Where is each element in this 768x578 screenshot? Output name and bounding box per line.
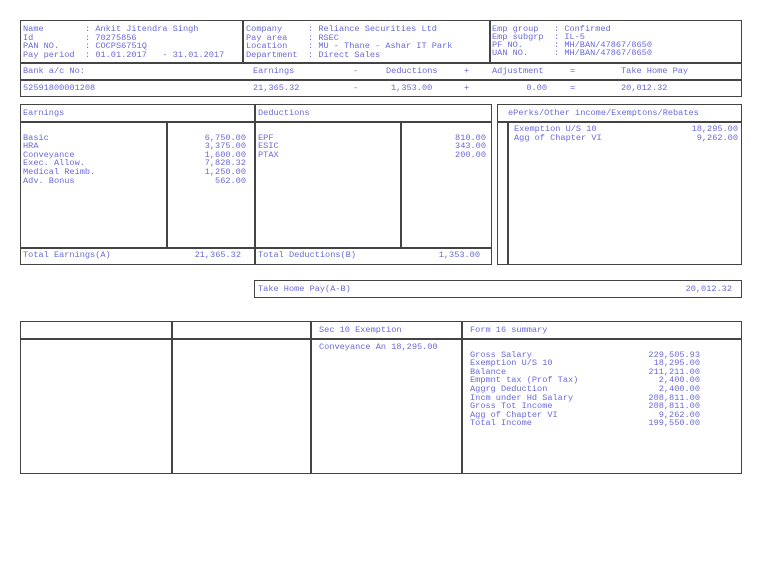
divider xyxy=(20,247,492,249)
group-values: : Confirmed: IL-5: MH/BAN/47867/8650: MH… xyxy=(554,24,652,58)
sec10-title: Sec 10 Exemption xyxy=(319,325,402,335)
total-earnings-value: 21,365.32 xyxy=(194,250,241,260)
takehome-value: 20,012.32 xyxy=(621,83,668,93)
company-labels: Company Pay area Location Department xyxy=(246,24,298,60)
divider xyxy=(242,20,244,64)
divider xyxy=(20,79,742,81)
company-values: : Reliance Securities Ltd: RSEC: MU - Th… xyxy=(308,24,453,60)
earnings-label: Earnings xyxy=(253,66,295,76)
deductions-value: 1,353.00 xyxy=(391,83,433,93)
equals: = xyxy=(570,66,576,76)
sec10-item: Conveyance An 18,295.00 xyxy=(319,342,438,352)
divider xyxy=(461,321,463,474)
employee-values: : Ankit Jitendra Singh: 70275856: COCPS6… xyxy=(85,24,225,60)
earnings-value: 21,365.32 xyxy=(253,83,300,93)
takehome-net-value: 20,012.32 xyxy=(685,284,732,294)
form16-title: Form 16 summary xyxy=(470,325,548,335)
total-deductions-value: 1,353.00 xyxy=(438,250,480,260)
divider xyxy=(497,121,742,123)
bank-account: 52591800001208 xyxy=(23,83,96,93)
deductions-values: 810.00 343.00 200.00 xyxy=(455,132,486,160)
form16-values: 229,505.93 18,295.00 211,211.00 2,400.00 2,4… xyxy=(648,349,700,429)
divider xyxy=(310,321,312,474)
divider xyxy=(166,121,168,247)
form16-labels: Gross Salary Exemption U/S 10 Balance Empmn… xyxy=(470,349,579,429)
deductions-title: Deductions xyxy=(258,108,310,118)
bank-label: Bank a/c No: xyxy=(23,66,85,76)
perks-labels: Exemption U/S 10 Agg of Chapter VI xyxy=(514,124,602,143)
perks-values: 18,295.00 9,262.00 xyxy=(691,124,738,143)
divider xyxy=(20,121,492,123)
adjustment-label: Adjustment xyxy=(492,66,544,76)
employee-labels: Name Id PAN NO. Pay period xyxy=(23,24,75,60)
perks-title: ePerks/Other income/Exemptons/Rebates xyxy=(508,108,699,118)
earnings-title: Earnings xyxy=(23,108,65,118)
takehome-label: Take Home Pay xyxy=(621,66,689,76)
equals: = xyxy=(570,83,576,93)
plus: + xyxy=(464,66,470,76)
takehome-net-label: Take Home Pay(A-B) xyxy=(258,284,351,294)
minus: - xyxy=(353,83,359,93)
adjustment-value: 0.00 xyxy=(526,83,547,93)
divider xyxy=(171,321,173,474)
earnings-labels: Basic HRA Conveyance Exec. Allow. Medical Re… xyxy=(23,132,96,186)
deductions-label: Deductions xyxy=(386,66,438,76)
divider xyxy=(254,104,256,265)
divider xyxy=(507,121,509,265)
divider xyxy=(400,121,402,247)
earnings-values: 6,750.00 3,375.00 1,600.00 7,828.32 1,250.00… xyxy=(204,132,246,186)
divider xyxy=(20,338,742,340)
total-deductions-label: Total Deductions(B) xyxy=(258,250,356,260)
divider xyxy=(489,20,491,64)
deductions-labels: EPF ESIC PTAX xyxy=(258,132,279,160)
total-earnings-label: Total Earnings(A) xyxy=(23,250,111,260)
group-labels: Emp group Emp subgrp PF NO. UAN NO. xyxy=(492,24,544,58)
plus: + xyxy=(464,83,470,93)
minus: - xyxy=(353,66,359,76)
